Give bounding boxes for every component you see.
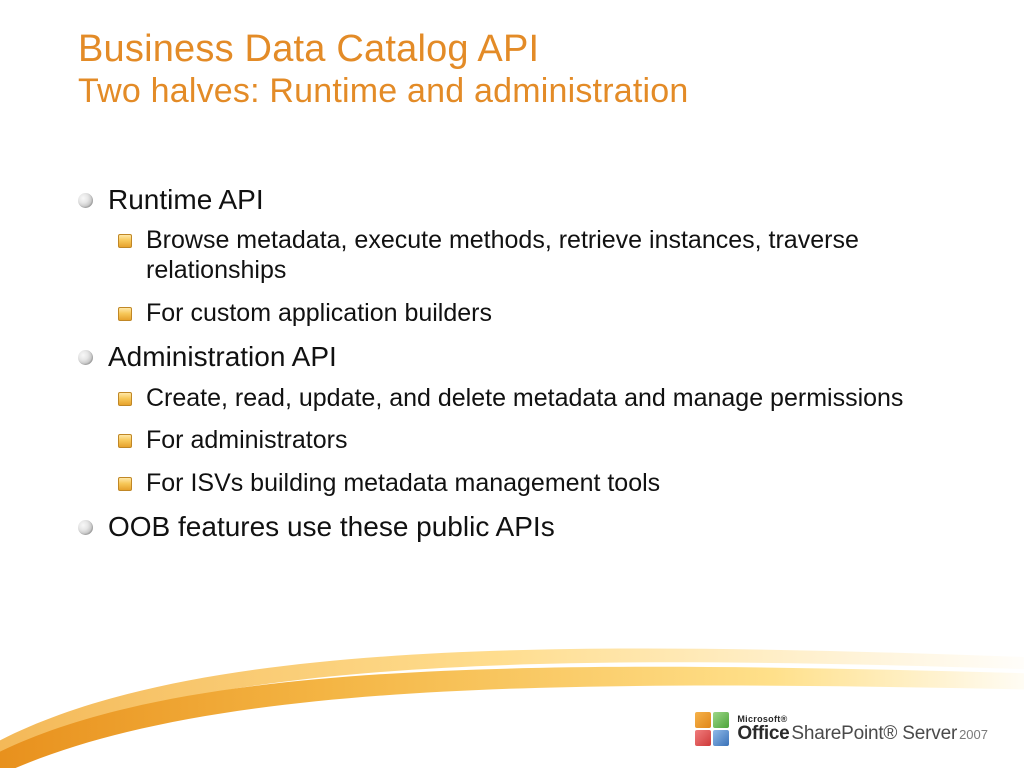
footer-product: SharePoint® Server — [791, 723, 957, 744]
bullet-item: Administration API Create, read, update,… — [78, 340, 970, 498]
sub-bullet-item: For administrators — [118, 425, 970, 456]
bullet-text: Administration API — [108, 341, 337, 372]
bullet-item: OOB features use these public APIs — [78, 510, 970, 544]
office-logo-icon — [695, 712, 729, 746]
slide-subtitle: Two halves: Runtime and administration — [78, 72, 970, 111]
bullet-text: Runtime API — [108, 184, 264, 215]
footer-year: 2007 — [959, 727, 988, 742]
sub-bullet-list: Create, read, update, and delete metadat… — [118, 383, 970, 499]
footer-logo-text: Microsoft® OfficeSharePoint® Server2007 — [737, 715, 988, 743]
sub-bullet-text: Create, read, update, and delete metadat… — [146, 384, 903, 412]
sub-bullet-item: For custom application builders — [118, 298, 970, 329]
sub-bullet-text: Browse metadata, execute methods, retrie… — [146, 226, 859, 285]
sub-bullet-item: For ISVs building metadata management to… — [118, 468, 970, 499]
footer-logo: Microsoft® OfficeSharePoint® Server2007 — [695, 712, 988, 746]
slide: Business Data Catalog API Two halves: Ru… — [0, 0, 1024, 768]
slide-body: Runtime API Browse metadata, execute met… — [78, 183, 970, 544]
sub-bullet-item: Create, read, update, and delete metadat… — [118, 383, 970, 414]
sub-bullet-text: For ISVs building metadata management to… — [146, 469, 660, 497]
sub-bullet-text: For custom application builders — [146, 299, 492, 327]
sub-bullet-list: Browse metadata, execute methods, retrie… — [118, 225, 970, 329]
footer-brand-main: Office — [737, 723, 789, 744]
bullet-list: Runtime API Browse metadata, execute met… — [78, 183, 970, 544]
slide-title: Business Data Catalog API — [78, 28, 970, 72]
bullet-item: Runtime API Browse metadata, execute met… — [78, 183, 970, 329]
title-block: Business Data Catalog API Two halves: Ru… — [78, 28, 970, 111]
sub-bullet-text: For administrators — [146, 426, 347, 454]
bullet-text: OOB features use these public APIs — [108, 511, 555, 542]
sub-bullet-item: Browse metadata, execute methods, retrie… — [118, 225, 970, 286]
